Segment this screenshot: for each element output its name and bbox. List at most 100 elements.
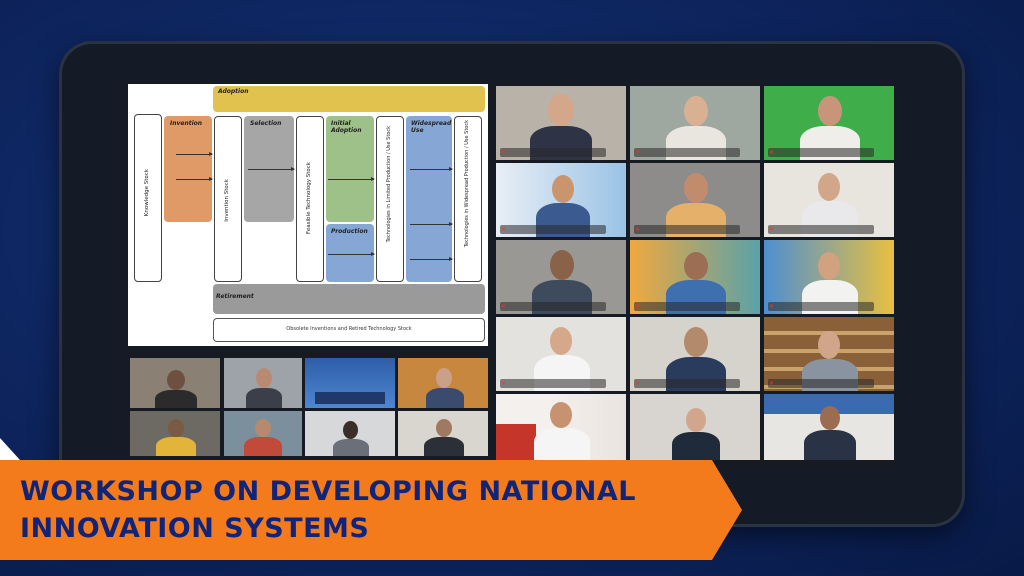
participant-head <box>686 408 706 432</box>
video-tile[interactable] <box>630 394 760 460</box>
mic-muted-icon: ✕ <box>769 303 775 310</box>
mic-muted-icon: ✕ <box>501 226 507 233</box>
video-tile[interactable]: ✕ <box>764 317 894 391</box>
mic-muted-icon: ✕ <box>769 149 775 156</box>
video-tile[interactable]: ✕ <box>764 163 894 237</box>
mic-muted-icon: ✕ <box>769 380 775 387</box>
invention-box <box>164 116 212 222</box>
virtual-background-red <box>496 424 536 460</box>
participant-body <box>246 388 282 408</box>
video-tile[interactable]: ✕ <box>764 240 894 314</box>
mic-muted-icon: ✕ <box>501 380 507 387</box>
participant-head <box>548 94 574 126</box>
selection-label: Selection <box>250 120 282 127</box>
invention-label: Invention <box>170 120 203 127</box>
knowledge-stock-label: Knowledge Stock <box>144 169 150 217</box>
participant-head <box>550 327 572 355</box>
participant-head <box>818 331 840 359</box>
initial-adoption-label: Initial Adoption <box>331 120 362 134</box>
participant-name <box>634 379 740 388</box>
video-tile-active-speaker[interactable]: ✕ <box>496 86 626 160</box>
mic-muted-icon: ✕ <box>635 226 641 233</box>
participant-head <box>684 327 708 357</box>
participant-name <box>500 302 606 311</box>
flow-arrow <box>410 257 453 261</box>
retirement-label: Retirement <box>216 293 254 300</box>
video-tile[interactable]: ✕ <box>496 163 626 237</box>
participant-head <box>436 419 452 437</box>
participant-body <box>333 439 369 456</box>
panel-table <box>315 392 385 404</box>
adoption-label: Adoption <box>218 88 249 95</box>
flow-arrow <box>176 152 213 156</box>
video-tile[interactable]: ✕ <box>496 240 626 314</box>
banner-notch <box>0 438 20 460</box>
video-tile[interactable]: ✕ <box>630 240 760 314</box>
participant-head <box>684 252 708 280</box>
shared-slide: Adoption Retirement Obsolete Inventions … <box>128 84 488 346</box>
participant-name <box>768 148 874 157</box>
participant-body <box>424 437 464 456</box>
video-tile[interactable]: ✕ <box>764 86 894 160</box>
participant-name <box>634 302 740 311</box>
participant-head <box>684 173 708 203</box>
participant-body <box>672 432 720 460</box>
participant-body <box>156 437 196 456</box>
participant-name <box>500 225 606 234</box>
mic-muted-icon: ✕ <box>501 149 507 156</box>
video-tile[interactable] <box>398 358 488 408</box>
banner-title-line-2: INNOVATION SYSTEMS <box>20 513 370 544</box>
production-label: Production <box>331 228 368 235</box>
mic-muted-icon: ✕ <box>635 149 641 156</box>
participant-head <box>818 173 840 201</box>
video-tile[interactable] <box>130 358 220 408</box>
participant-head <box>167 370 185 390</box>
video-tile[interactable] <box>224 411 302 456</box>
participant-head <box>550 402 572 428</box>
mic-muted-icon: ✕ <box>635 303 641 310</box>
video-tile[interactable] <box>224 358 302 408</box>
video-tile[interactable]: ✕ <box>630 317 760 391</box>
participant-head <box>436 368 452 388</box>
video-tile[interactable] <box>398 411 488 456</box>
mic-muted-icon: ✕ <box>501 303 507 310</box>
flow-arrow <box>248 167 295 171</box>
participant-name <box>768 225 874 234</box>
video-tile[interactable] <box>496 394 626 460</box>
flow-arrow <box>410 222 453 226</box>
video-tile[interactable] <box>764 394 894 460</box>
mic-muted-icon: ✕ <box>635 380 641 387</box>
invention-stock-label: Invention Stock <box>224 179 230 222</box>
video-tile[interactable]: ✕ <box>496 317 626 391</box>
participant-body <box>426 388 464 408</box>
flow-arrow <box>328 252 375 256</box>
participant-body <box>155 390 197 408</box>
participant-name <box>768 302 874 311</box>
video-tile[interactable]: ✕ <box>630 163 760 237</box>
participant-head <box>256 368 272 388</box>
banner-title: WORKSHOP ON DEVELOPING NATIONAL INNOVATI… <box>20 473 720 547</box>
flow-arrow <box>176 177 213 181</box>
video-tile[interactable] <box>305 411 395 456</box>
widespread-use-label: Widespread Use <box>411 120 452 134</box>
participant-name <box>634 225 740 234</box>
video-tile[interactable]: ✕ <box>630 86 760 160</box>
video-tile[interactable] <box>305 358 395 408</box>
flow-arrow <box>328 177 375 181</box>
participant-head <box>168 419 184 437</box>
participant-head <box>818 252 840 280</box>
banner-title-line-1: WORKSHOP ON DEVELOPING NATIONAL <box>20 476 636 507</box>
participant-body <box>244 437 282 456</box>
participant-head <box>818 96 842 126</box>
adoption-band <box>213 86 485 112</box>
limited-stock-label: Technologies in Limited Production / Use… <box>386 126 392 243</box>
participant-head <box>552 175 574 203</box>
participant-body <box>804 430 856 460</box>
participant-head <box>684 96 708 126</box>
widespread-use-box <box>406 116 452 282</box>
obsolete-label: Obsolete Inventions and Retired Technolo… <box>286 326 412 332</box>
participant-name <box>634 148 740 157</box>
video-tile[interactable] <box>130 411 220 456</box>
widespread-stock-label: Technologies in Widespread Production / … <box>464 120 470 248</box>
participant-head <box>255 419 271 437</box>
